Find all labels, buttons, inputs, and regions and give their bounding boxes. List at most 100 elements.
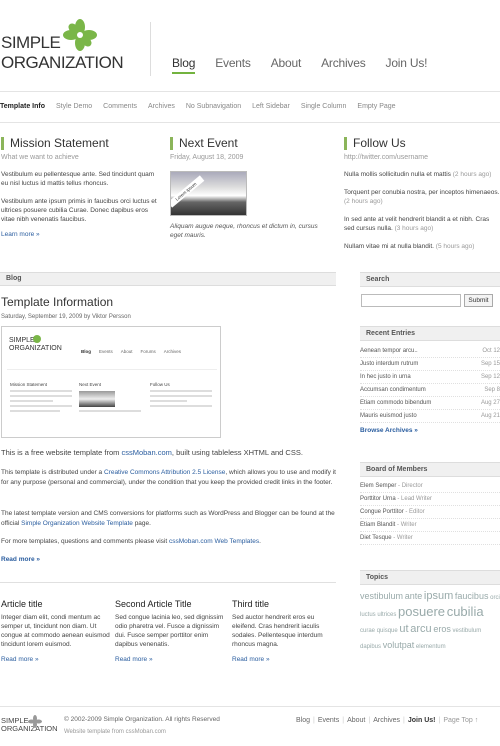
recent-entry[interactable]: Aenean tempor arcu.. Oct 12 <box>360 345 500 358</box>
topic-tag[interactable]: eros <box>433 624 451 634</box>
topic-tag[interactable]: volutpat <box>383 640 415 650</box>
template-screenshot: SIMPLE ORGANIZATION Blog Events About For… <box>1 326 221 438</box>
subnav-template-info[interactable]: Template Info <box>0 103 45 122</box>
recent-entry[interactable]: Justo interdum rutrum Sep 15 <box>360 358 500 371</box>
subnav-empty-page[interactable]: Empty Page <box>357 103 395 122</box>
footer-nav-events[interactable]: Events <box>318 717 339 724</box>
nav-about[interactable]: About <box>271 56 302 74</box>
footer-nav-archives[interactable]: Archives <box>373 717 400 724</box>
nav-events[interactable]: Events <box>215 56 251 74</box>
search-input[interactable] <box>361 294 461 307</box>
flower-icon <box>33 335 41 343</box>
subnav-archives[interactable]: Archives <box>148 103 175 122</box>
topic-tag[interactable]: curae <box>360 628 375 634</box>
article-title[interactable]: Third title <box>232 599 336 609</box>
topic-tag[interactable]: ultrices <box>377 612 396 618</box>
event-date: Friday, August 18, 2009 <box>170 154 244 161</box>
topic-tag[interactable]: luctus <box>360 612 376 618</box>
recent-entry[interactable]: Accumsan condimentum Sep 8 <box>360 384 500 397</box>
article-read-more[interactable]: Read more » <box>115 656 225 663</box>
subnav-left-sidebar[interactable]: Left Sidebar <box>252 103 290 122</box>
screenshot-col: Mission Statement <box>10 382 72 412</box>
tweet: Torquent per conubia nostra, per incepto… <box>344 189 500 205</box>
post-meta: Saturday, September 19, 2009 by Viktor P… <box>1 314 131 320</box>
footer-nav-about[interactable]: About <box>347 717 365 724</box>
post-paragraph: This template is distributed under a Cre… <box>1 469 336 486</box>
topic-tag[interactable]: arcu <box>410 623 431 635</box>
member-row[interactable]: Etiam Blandit - Writer <box>360 519 500 532</box>
license-link[interactable]: Creative Commons Attribution 2.5 License <box>104 469 225 476</box>
template-credit[interactable]: Website template from cssMoban.com <box>64 729 166 735</box>
site-header: SIMPLE ORGANIZATION Blog Events About Ar… <box>0 0 500 92</box>
mission-section: Mission Statement What we want to achiev… <box>1 137 161 238</box>
topic-tag[interactable]: orci <box>490 595 500 601</box>
event-image[interactable]: Lorem ipsum <box>170 171 247 216</box>
topic-tag[interactable]: ipsum <box>424 590 453 602</box>
topic-tag[interactable]: faucibus <box>455 591 489 601</box>
event-image-tag: Lorem ipsum <box>171 175 205 208</box>
read-more-link[interactable]: Read more » <box>1 555 40 565</box>
topic-tag[interactable]: posuere <box>398 604 445 619</box>
main-nav: Blog Events About Archives Join Us! <box>172 56 447 74</box>
nav-blog[interactable]: Blog <box>172 56 195 74</box>
topic-tag[interactable]: vestibulum <box>453 628 482 634</box>
mission-title: Mission Statement <box>1 137 161 150</box>
official-page-link[interactable]: Simple Organization Website Template <box>21 520 133 527</box>
member-row[interactable]: Congue Porttitor - Editor <box>360 506 500 519</box>
follow-section: Follow Us http://twitter.com/username Nu… <box>344 137 500 251</box>
subnav-style-demo[interactable]: Style Demo <box>56 103 92 122</box>
browse-archives-link[interactable]: Browse Archives » <box>360 427 500 434</box>
member-row[interactable]: Elem Semper - Director <box>360 480 500 493</box>
post-paragraph: This is a free website template from css… <box>1 448 303 457</box>
twitter-url[interactable]: http://twitter.com/username <box>344 154 500 161</box>
topic-tag[interactable]: dapibus <box>360 644 381 650</box>
subnav-comments[interactable]: Comments <box>103 103 137 122</box>
article-text: Sed congue lacinia leo, sed dignissim od… <box>115 614 224 648</box>
article-title[interactable]: Second Article Title <box>115 599 225 609</box>
search-submit-button[interactable]: Submit <box>464 294 493 307</box>
footer-page-top[interactable]: Page Top ↑ <box>443 717 478 724</box>
footer-nav-join-us[interactable]: Join Us! <box>408 717 436 724</box>
topic-tag[interactable]: quisque <box>377 628 398 634</box>
member-row[interactable]: Porttitor Urna - Lead Writer <box>360 493 500 506</box>
post-paragraph: For more templates, questions and commen… <box>1 538 261 545</box>
screenshot-col: Next Event <box>79 382 141 412</box>
cssmoban-link[interactable]: cssMoban.com <box>121 448 171 457</box>
nav-join-us[interactable]: Join Us! <box>386 56 428 74</box>
nav-archives[interactable]: Archives <box>321 56 366 74</box>
article: Third title Sed auctor hendrerit eros eu… <box>232 599 336 663</box>
event-section: Next Event Friday, August 18, 2009 Lorem… <box>170 137 328 240</box>
recent-entry[interactable]: Mauris euismod justo Aug 21 <box>360 410 500 423</box>
topics-widget: Topics vestibulum ante ipsum faucibus or… <box>360 570 500 654</box>
article-read-more[interactable]: Read more » <box>232 656 336 663</box>
footer-nav-blog[interactable]: Blog <box>296 717 310 724</box>
subnav-no-subnavigation[interactable]: No Subnavigation <box>186 103 241 122</box>
topic-tag[interactable]: vestibulum <box>360 591 403 601</box>
header-divider <box>150 22 151 76</box>
mission-subtitle: What we want to achieve <box>1 154 79 161</box>
board-title: Board of Members <box>360 462 500 477</box>
topic-tag[interactable]: ante <box>405 591 423 601</box>
topic-tag[interactable]: cubilia <box>447 604 484 619</box>
follow-title: Follow Us <box>344 137 500 150</box>
topic-tag[interactable]: elementum <box>416 644 446 650</box>
tweet: Nullam vitae mi at nulla blandit. (5 hou… <box>344 243 475 250</box>
web-templates-link[interactable]: cssMoban.com Web Templates <box>169 538 259 545</box>
mission-text-2: Vestibulum ante ipsum primis in faucibus… <box>1 198 157 223</box>
learn-more-link[interactable]: Learn more » <box>1 231 161 238</box>
article-read-more[interactable]: Read more » <box>1 656 111 663</box>
tweet: In sed ante at velit hendrerit blandit a… <box>344 216 490 232</box>
board-of-members: Board of Members Elem Semper - Director … <box>360 462 500 545</box>
tweet: Nulla mollis sollicitudin nulla et matti… <box>344 171 492 178</box>
screenshot-col: Follow Us <box>150 382 212 407</box>
mission-text-1: Vestibulum eu pellentesque ante. Sed tin… <box>1 171 155 187</box>
post-title[interactable]: Template Information <box>1 295 113 309</box>
recent-entry[interactable]: In hec justo in urna Sep 12 <box>360 371 500 384</box>
event-caption: Aliquam augue neque, rhoncus et dictum i… <box>170 223 318 239</box>
subnav-single-column[interactable]: Single Column <box>301 103 347 122</box>
member-row[interactable]: Diet Tesque - Writer <box>360 532 500 545</box>
search-widget: Search <box>360 272 500 287</box>
recent-entry[interactable]: Etiam commodo bibendum Aug 27 <box>360 397 500 410</box>
topic-tag[interactable]: ut <box>399 623 408 635</box>
article-title[interactable]: Article title <box>1 599 111 609</box>
